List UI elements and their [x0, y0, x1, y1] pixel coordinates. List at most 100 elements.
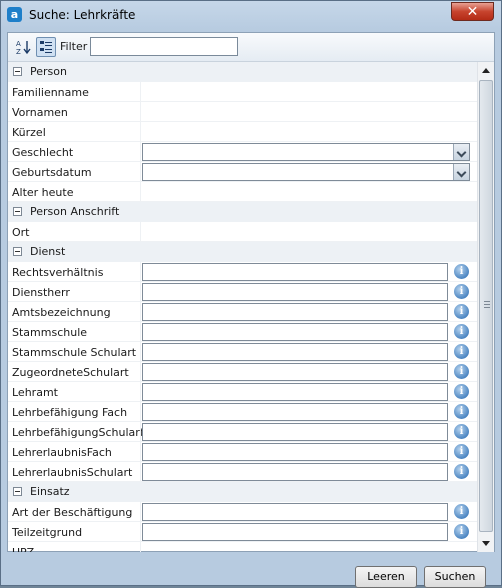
- value-input[interactable]: [142, 523, 448, 541]
- chevron-down-icon[interactable]: [453, 164, 469, 180]
- column-divider: [140, 442, 141, 462]
- value-input[interactable]: [142, 443, 448, 461]
- value-input[interactable]: [142, 403, 448, 421]
- property-row[interactable]: Ort: [8, 222, 477, 242]
- info-icon[interactable]: i: [454, 504, 469, 519]
- value-dropdown[interactable]: [142, 143, 470, 161]
- category-row[interactable]: Person Anschrift: [8, 202, 477, 222]
- property-row[interactable]: LehrerlaubnisFach i: [8, 442, 477, 462]
- vertical-scrollbar[interactable]: [477, 62, 494, 552]
- property-row[interactable]: Stammschule i: [8, 322, 477, 342]
- scroll-down-icon[interactable]: [479, 535, 493, 551]
- property-label: Amtsbezeichnung: [12, 306, 111, 319]
- column-divider: [140, 122, 141, 142]
- column-divider: [140, 422, 141, 442]
- scroll-up-icon[interactable]: [479, 63, 493, 79]
- title-bar[interactable]: a Suche: Lehrkräfte ✕: [1, 1, 501, 29]
- property-label: LehrerlaubnisFach: [12, 446, 112, 459]
- property-label: Familienname: [12, 86, 89, 99]
- property-row[interactable]: Kürzel: [8, 122, 477, 142]
- column-divider: [140, 342, 141, 362]
- column-divider: [140, 302, 141, 322]
- column-divider: [140, 362, 141, 382]
- filter-label: Filter: [60, 40, 88, 53]
- info-icon[interactable]: i: [454, 324, 469, 339]
- value-dropdown[interactable]: [142, 163, 470, 181]
- property-row[interactable]: ZugeordneteSchulart i: [8, 362, 477, 382]
- info-icon[interactable]: i: [454, 264, 469, 279]
- info-icon[interactable]: i: [454, 404, 469, 419]
- column-divider: [140, 502, 141, 522]
- close-button[interactable]: ✕: [451, 2, 494, 21]
- info-icon[interactable]: i: [454, 524, 469, 539]
- property-label: Ort: [12, 226, 30, 239]
- property-row[interactable]: Rechtsverhältnis i: [8, 262, 477, 282]
- value-input[interactable]: [142, 503, 448, 521]
- property-label: ZugeordneteSchulart: [12, 366, 129, 379]
- property-row[interactable]: Familienname: [8, 82, 477, 102]
- property-label: Stammschule Schulart: [12, 346, 137, 359]
- column-divider: [140, 282, 141, 302]
- column-divider: [140, 102, 141, 122]
- info-icon[interactable]: i: [454, 384, 469, 399]
- svg-text:A: A: [16, 40, 21, 48]
- filter-input[interactable]: [90, 37, 238, 56]
- search-button[interactable]: Suchen: [424, 566, 486, 588]
- property-row[interactable]: Teilzeitgrund i: [8, 522, 477, 542]
- property-row[interactable]: UPZ: [8, 542, 477, 552]
- info-icon[interactable]: i: [454, 444, 469, 459]
- value-input[interactable]: [142, 323, 448, 341]
- chevron-down-icon[interactable]: [453, 144, 469, 160]
- value-input[interactable]: [142, 343, 448, 361]
- info-icon[interactable]: i: [454, 344, 469, 359]
- property-label: LehrbefähigungSchulart: [12, 426, 145, 439]
- collapse-icon[interactable]: [13, 247, 22, 256]
- property-row[interactable]: Lehrbefähigung Fach i: [8, 402, 477, 422]
- property-row[interactable]: LehrerlaubnisSchulart i: [8, 462, 477, 482]
- column-divider: [140, 522, 141, 542]
- category-label: Dienst: [30, 245, 66, 258]
- info-icon[interactable]: i: [454, 464, 469, 479]
- property-label: Kürzel: [12, 126, 46, 139]
- property-row[interactable]: Alter heute: [8, 182, 477, 202]
- search-dialog: a Suche: Lehrkräfte ✕ A Z Filter Person …: [0, 0, 502, 588]
- property-row[interactable]: Dienstherr i: [8, 282, 477, 302]
- value-input[interactable]: [142, 463, 448, 481]
- value-input[interactable]: [142, 283, 448, 301]
- info-icon[interactable]: i: [454, 424, 469, 439]
- clear-button[interactable]: Leeren: [355, 566, 417, 588]
- window-title: Suche: Lehrkräfte: [29, 8, 136, 22]
- property-row[interactable]: Geburtsdatum: [8, 162, 477, 182]
- value-input[interactable]: [142, 263, 448, 281]
- value-input[interactable]: [142, 383, 448, 401]
- collapse-icon[interactable]: [13, 67, 22, 76]
- info-icon[interactable]: i: [454, 304, 469, 319]
- property-row[interactable]: Amtsbezeichnung i: [8, 302, 477, 322]
- column-divider: [140, 142, 141, 162]
- info-icon[interactable]: i: [454, 364, 469, 379]
- property-label: Vornamen: [12, 106, 68, 119]
- property-row[interactable]: Lehramt i: [8, 382, 477, 402]
- column-divider: [140, 322, 141, 342]
- value-input[interactable]: [142, 363, 448, 381]
- category-row[interactable]: Person: [8, 62, 477, 82]
- property-row[interactable]: Vornamen: [8, 102, 477, 122]
- info-icon[interactable]: i: [454, 284, 469, 299]
- category-row[interactable]: Dienst: [8, 242, 477, 262]
- collapse-icon[interactable]: [13, 207, 22, 216]
- property-label: Art der Beschäftigung: [12, 506, 133, 519]
- categorized-view-icon[interactable]: [36, 37, 56, 57]
- property-row[interactable]: Art der Beschäftigung i: [8, 502, 477, 522]
- property-label: Geburtsdatum: [12, 166, 92, 179]
- sort-alphabetical-icon[interactable]: A Z: [13, 37, 33, 57]
- value-input[interactable]: [142, 423, 448, 441]
- collapse-icon[interactable]: [13, 487, 22, 496]
- property-label: Alter heute: [12, 186, 74, 199]
- column-divider: [140, 542, 141, 552]
- value-input[interactable]: [142, 303, 448, 321]
- scroll-thumb[interactable]: [479, 80, 493, 532]
- property-row[interactable]: Stammschule Schulart i: [8, 342, 477, 362]
- property-row[interactable]: Geschlecht: [8, 142, 477, 162]
- category-row[interactable]: Einsatz: [8, 482, 477, 502]
- property-row[interactable]: LehrbefähigungSchulart i: [8, 422, 477, 442]
